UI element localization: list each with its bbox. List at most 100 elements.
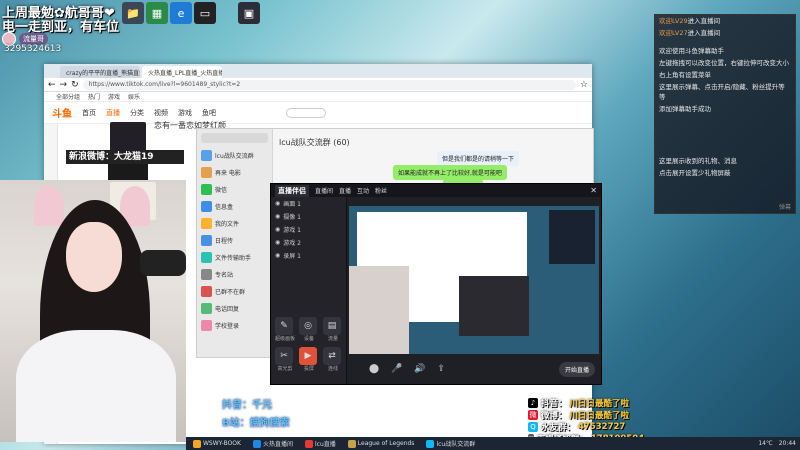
tool-label: 投屏 bbox=[303, 366, 314, 372]
taskbar-item[interactable]: lcu战队交流群 bbox=[423, 439, 478, 448]
tool-label: 超级画板 bbox=[275, 336, 296, 342]
danmaku-line: 欢迎LV27进入直播间 bbox=[659, 29, 721, 37]
site-logo[interactable]: 斗鱼 bbox=[52, 105, 72, 120]
scene-item[interactable]: ◉ 游戏 2 bbox=[271, 236, 346, 249]
qq-contact[interactable]: 信息盒 bbox=[197, 198, 272, 215]
live-preview[interactable] bbox=[349, 206, 599, 354]
app-icon[interactable]: ▣ bbox=[238, 2, 260, 24]
taskbar-item[interactable]: lcu直播 bbox=[302, 439, 339, 448]
forward-icon[interactable]: → bbox=[60, 80, 68, 90]
qq-contact[interactable]: 微信 bbox=[197, 181, 272, 198]
scene-item[interactable]: ◉ 摄像 1 bbox=[271, 210, 346, 223]
qq-search-input[interactable] bbox=[201, 133, 268, 143]
bookmark-item[interactable]: 全部分组 bbox=[56, 92, 80, 101]
qq-contact[interactable]: 日程传 bbox=[197, 232, 272, 249]
bookmark-item[interactable]: 游戏 bbox=[108, 92, 120, 101]
taskbar-item[interactable]: 火热直播间 bbox=[250, 439, 296, 448]
contact-avatar bbox=[201, 303, 212, 314]
tool-item[interactable]: ◎ 设备 bbox=[299, 317, 319, 342]
danmaku-footer: 弹幕 bbox=[778, 204, 791, 211]
clock[interactable]: 20:44 bbox=[779, 440, 796, 447]
live-menu-item[interactable]: 直播 bbox=[339, 186, 351, 195]
mic-icon[interactable]: 🎤 bbox=[391, 364, 402, 374]
eye-icon[interactable]: ◉ bbox=[275, 239, 280, 246]
volume-icon[interactable]: 🔊 bbox=[414, 364, 425, 374]
eye-icon[interactable]: ◉ bbox=[275, 213, 280, 220]
site-search-input[interactable] bbox=[286, 107, 326, 118]
back-icon[interactable]: ← bbox=[48, 80, 56, 90]
qq-contact[interactable]: 再来 电影 bbox=[197, 164, 272, 181]
eye-icon[interactable]: ◉ bbox=[275, 226, 280, 233]
tool-item[interactable]: ✂ 高光剪 bbox=[275, 347, 295, 372]
social-value: 47532727 bbox=[578, 422, 626, 432]
app-icon bbox=[193, 439, 201, 448]
tool-item[interactable]: ✎ 超级画板 bbox=[275, 317, 295, 342]
contact-avatar bbox=[201, 286, 212, 297]
folder-icon[interactable]: 📁 bbox=[122, 2, 144, 24]
browser-tab-strip: crazy的平平的直播_熊猫直播 火热直播_LPL直播_火热直播 bbox=[44, 64, 592, 78]
game-icon bbox=[347, 439, 356, 448]
tool-item[interactable]: ⇄ 连线 bbox=[323, 347, 343, 372]
contact-name: 日程传 bbox=[215, 238, 234, 245]
start-live-button[interactable]: 开始直播 bbox=[558, 361, 595, 377]
camera-icon: ◎ bbox=[299, 317, 317, 335]
qq-contact[interactable]: 学校登录 bbox=[197, 317, 272, 334]
cast-icon: ▶ bbox=[299, 347, 317, 365]
social-row: Q 水友群： 47532727 bbox=[528, 421, 634, 433]
terminal-icon[interactable]: ▭ bbox=[194, 2, 216, 24]
weather[interactable]: 14℃ bbox=[758, 440, 772, 447]
weibo-icon: 微 bbox=[528, 410, 538, 420]
nav-fishbar[interactable]: 鱼吧 bbox=[202, 108, 216, 118]
qq-group-title: lcu战队交流群 (60) bbox=[279, 138, 350, 147]
preview-chat bbox=[459, 276, 529, 336]
system-tray: 14℃ 20:44 bbox=[758, 440, 800, 447]
reload-icon[interactable]: ↻ bbox=[71, 80, 79, 90]
taskbar-item[interactable]: League of Legends bbox=[345, 439, 418, 448]
tool-item[interactable]: ▤ 流量 bbox=[323, 317, 343, 342]
qq-contact[interactable]: 我的文件 bbox=[197, 215, 272, 232]
qq-contact[interactable]: 电话回复 bbox=[197, 300, 272, 317]
scene-label: 游戏 1 bbox=[283, 227, 301, 234]
tool-grid: ✎ 超级画板 ◎ 设备 ▤ 流量 ✂ 高光剪 ▶ 投屏 ⇄ 连线 bbox=[275, 317, 343, 372]
scene-panel: ◉ 画面 1 ◉ 摄像 1 ◉ 游戏 1 ◉ 游戏 2 ◉ 录屏 1 ✎ 超级画板 ◎ 设备 … bbox=[271, 197, 347, 384]
nav-category[interactable]: 分类 bbox=[130, 108, 144, 118]
nav-home[interactable]: 首页 bbox=[82, 108, 96, 118]
qq-contact[interactable]: 专名站 bbox=[197, 266, 272, 283]
live-menu-item[interactable]: 直播间 bbox=[315, 186, 333, 195]
star-icon[interactable]: ☆ bbox=[580, 80, 588, 90]
contact-name: 信息盒 bbox=[215, 204, 234, 211]
qq-contact[interactable]: lcu战队交流群 bbox=[197, 147, 272, 164]
eye-icon[interactable]: ◉ bbox=[275, 252, 280, 259]
caption-line1: 抖音：千元 bbox=[222, 400, 272, 411]
link-icon: ⇄ bbox=[323, 347, 341, 365]
nav-live[interactable]: 直播 bbox=[106, 108, 120, 118]
camera-toggle-icon[interactable]: ⬤ bbox=[369, 364, 379, 374]
live-menu-item[interactable]: 粉丝 bbox=[375, 186, 387, 195]
danmaku-line: 左键拖拽可以改变位置，右键拉伸可改变大小 bbox=[659, 59, 789, 67]
browser-tab-active[interactable]: 火热直播_LPL直播_火热直播 bbox=[142, 66, 222, 78]
qq-contact[interactable]: 文件传输助手 bbox=[197, 249, 272, 266]
scene-item[interactable]: ◉ 录屏 1 bbox=[271, 249, 346, 262]
bookmark-item[interactable]: 热门 bbox=[88, 92, 100, 101]
room-id: 3295324613 bbox=[4, 44, 62, 54]
browser-tab[interactable]: crazy的平平的直播_熊猫直播 bbox=[60, 66, 140, 78]
edge-icon[interactable]: e bbox=[170, 2, 192, 24]
url-input[interactable]: https://www.tiktok.com/live?l=9601489_st… bbox=[82, 79, 576, 90]
taskbar-item[interactable]: WSWY-BOOK bbox=[190, 439, 244, 448]
excel-icon[interactable]: ▦ bbox=[146, 2, 168, 24]
nav-video[interactable]: 视频 bbox=[154, 108, 168, 118]
eye-icon[interactable]: ◉ bbox=[275, 200, 280, 207]
tool-item[interactable]: ▶ 投屏 bbox=[299, 347, 319, 372]
nav-game[interactable]: 游戏 bbox=[178, 108, 192, 118]
share-icon[interactable]: ⇪ bbox=[438, 364, 446, 374]
danmaku-panel[interactable]: 欢迎LV29进入直播间 欢迎LV27进入直播间 欢迎使用斗鱼弹幕助手 左键拖拽可… bbox=[654, 14, 796, 214]
app-icon bbox=[304, 439, 313, 448]
scene-item[interactable]: ◉ 游戏 1 bbox=[271, 223, 346, 236]
live-controls: ⬤ 🎤 🔊 ⇪ 开始直播 bbox=[349, 354, 601, 384]
social-value: 川日日最酷了啦 bbox=[569, 399, 630, 409]
bookmark-item[interactable]: 娱乐 bbox=[128, 92, 140, 101]
qq-contact[interactable]: 已群不在群 bbox=[197, 283, 272, 300]
scene-item[interactable]: ◉ 画面 1 bbox=[271, 197, 346, 210]
live-menu-item[interactable]: 互动 bbox=[357, 186, 369, 195]
close-icon[interactable]: ✕ bbox=[590, 186, 597, 195]
